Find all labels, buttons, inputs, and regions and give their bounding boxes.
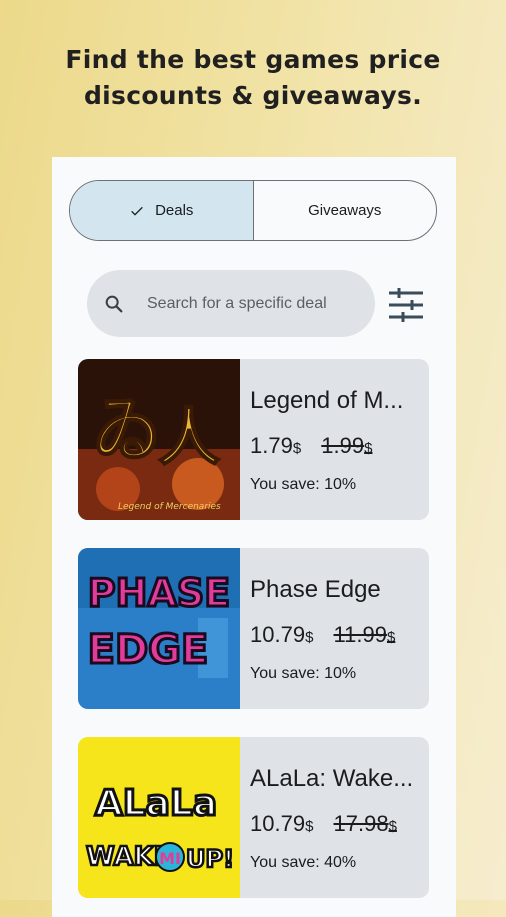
deal-title: Phase Edge [250, 576, 381, 603]
sale-currency: $ [305, 629, 314, 646]
game-cover-image: ゐ 人 Legend of Mercenaries [78, 359, 240, 520]
deal-prices: 10.79$ 11.99$ [250, 622, 395, 648]
deals-giveaways-toggle: Deals Giveaways [69, 180, 437, 241]
savings-label: You save: 40% [250, 854, 357, 871]
original-currency: $ [386, 629, 396, 646]
app-screen: Deals Giveaways Search for a specific de… [52, 157, 456, 917]
search-bar[interactable]: Search for a specific deal [87, 270, 375, 337]
cover-text-3: MI [159, 849, 181, 868]
game-cover-image: PHASE EDGE [78, 548, 240, 709]
original-price: 17.98$ [334, 811, 397, 836]
deal-prices: 1.79$ 1.99$ [250, 433, 372, 459]
sale-price: 10.79 [250, 811, 306, 836]
promo-headline-line-1: Find the best games price [65, 45, 441, 74]
tab-giveaways[interactable]: Giveaways [254, 181, 437, 240]
original-price-value: 11.99 [333, 622, 387, 647]
sale-currency: $ [305, 818, 314, 835]
tab-deals-label: Deals [155, 202, 194, 219]
game-cover-image: ALaLa WAKE MI UP! [78, 737, 240, 898]
deal-card[interactable]: ゐ 人 Legend of Mercenaries Legend of M...… [78, 359, 429, 520]
promo-headline: Find the best games price discounts & gi… [0, 42, 506, 114]
tab-deals[interactable]: Deals [70, 181, 254, 240]
savings-label: You save: 10% [250, 665, 357, 682]
savings-label: You save: 10% [250, 476, 357, 493]
sale-price: 10.79 [250, 622, 306, 647]
search-icon [105, 295, 123, 312]
sale-currency: $ [292, 440, 302, 457]
search-placeholder: Search for a specific deal [147, 294, 327, 312]
deal-card[interactable]: ALaLa WAKE MI UP! ALaLa: Wake... 10.79$ … [78, 737, 429, 898]
cover-text-1: ALaLa [95, 783, 217, 824]
cover-text-4: UP! [186, 845, 234, 873]
original-price-value: 17.98 [333, 811, 389, 836]
check-icon [131, 206, 143, 216]
cover-text-2: EDGE [88, 627, 209, 673]
filter-sliders-icon[interactable] [387, 287, 425, 323]
deal-title: ALaLa: Wake... [250, 765, 414, 792]
original-currency: $ [388, 818, 397, 835]
cover-text: Legend of Mercenaries [118, 502, 221, 512]
deal-prices: 10.79$ 17.98$ [250, 811, 397, 837]
original-price: 11.99$ [334, 622, 396, 647]
deal-card[interactable]: PHASE EDGE Phase Edge 10.79$ 11.99$ You … [78, 548, 429, 709]
cover-text-1: PHASE [88, 571, 230, 615]
tab-giveaways-label: Giveaways [308, 202, 382, 219]
svg-text:人: 人 [158, 401, 220, 474]
original-currency: $ [364, 440, 373, 457]
sale-price: 1.79 [250, 433, 293, 458]
deal-title: Legend of M... [250, 387, 404, 414]
promo-headline-line-2: discounts & giveaways. [83, 81, 423, 110]
svg-text:ゐ: ゐ [92, 388, 162, 471]
original-price: 1.99$ [321, 433, 372, 458]
original-price-value: 1.99 [321, 433, 365, 458]
